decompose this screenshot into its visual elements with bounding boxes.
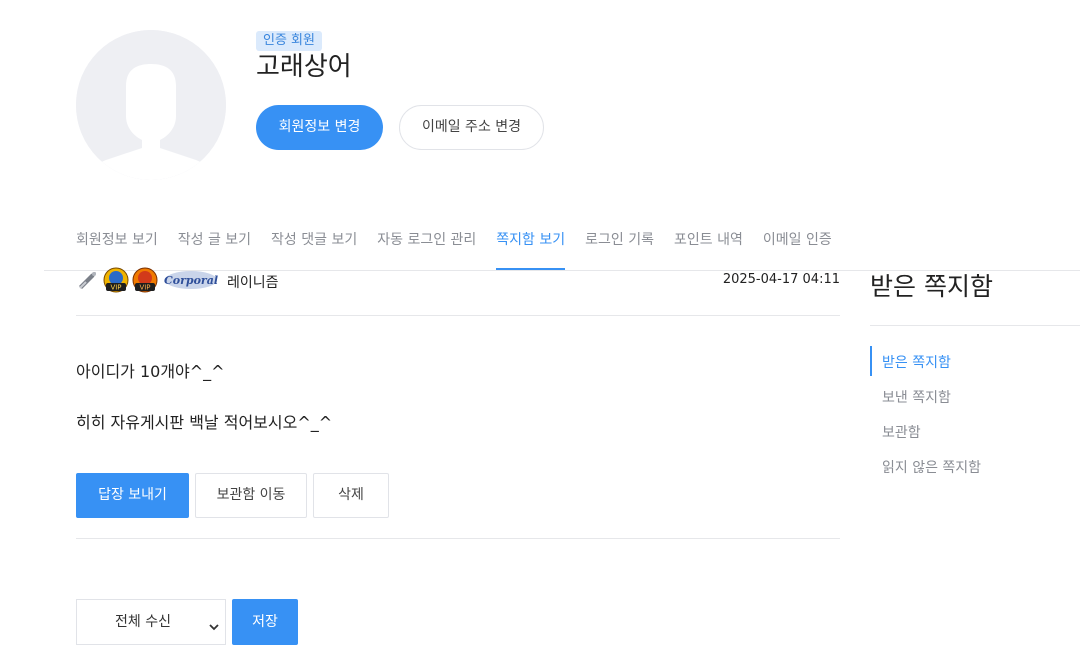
sidebar-active-indicator	[870, 346, 872, 376]
tab-points[interactable]: 포인트 내역	[674, 226, 743, 270]
tab-auto-login[interactable]: 자동 로그인 관리	[377, 226, 476, 270]
tab-email-verify[interactable]: 이메일 인증	[763, 226, 832, 270]
username: 고래상어	[256, 52, 352, 82]
sidebar-title: 받은 쪽지함	[870, 272, 993, 301]
tab-my-comments[interactable]: 작성 댓글 보기	[271, 226, 357, 270]
svg-text:VIP: VIP	[110, 284, 121, 292]
vip-icon: VIP	[103, 267, 129, 297]
tool-icon	[76, 268, 100, 296]
sidebar-item-archive[interactable]: 보관함	[882, 422, 921, 442]
delete-button[interactable]: 삭제	[313, 473, 389, 518]
avatar	[76, 30, 226, 180]
receive-option-select[interactable]: 전체 수신	[76, 599, 226, 645]
tab-messages[interactable]: 쪽지함 보기	[496, 226, 566, 270]
sidebar-item-sent[interactable]: 보낸 쪽지함	[882, 387, 951, 407]
sidebar-item-inbox[interactable]: 받은 쪽지함	[882, 352, 951, 372]
save-button[interactable]: 저장	[232, 599, 298, 645]
sidebar-item-unread[interactable]: 읽지 않은 쪽지함	[882, 457, 981, 477]
message-body-line: 히히 자유게시판 백날 적어보시오^_^	[76, 413, 333, 432]
verified-member-badge: 인증 회원	[256, 31, 322, 51]
sender-name[interactable]: 레이니즘	[227, 272, 279, 292]
divider	[76, 538, 840, 539]
svg-text:VIP: VIP	[139, 284, 150, 292]
vip-icon: VIP	[132, 267, 158, 297]
tab-my-posts[interactable]: 작성 글 보기	[178, 226, 251, 270]
tab-login-history[interactable]: 로그인 기록	[585, 226, 654, 270]
message-sender: VIP VIP Corporal 레이니즘	[76, 267, 279, 297]
default-user-icon	[76, 30, 226, 180]
message-date: 2025-04-17 04:11	[722, 272, 840, 287]
corporal-rank-icon: Corporal	[164, 270, 218, 294]
message-body-line: 아이디가 10개야^_^	[76, 362, 225, 381]
change-email-button[interactable]: 이메일 주소 변경	[399, 105, 544, 150]
chevron-down-icon	[208, 617, 220, 636]
divider	[76, 315, 840, 316]
move-to-archive-button[interactable]: 보관함 이동	[195, 473, 307, 518]
sidebar-divider	[870, 325, 1080, 326]
tab-member-info[interactable]: 회원정보 보기	[76, 226, 158, 270]
receive-option-value: 전체 수신	[115, 614, 171, 630]
reply-button[interactable]: 답장 보내기	[76, 473, 189, 518]
edit-member-info-button[interactable]: 회원정보 변경	[256, 105, 383, 150]
svg-text:Corporal: Corporal	[164, 274, 218, 287]
mypage-tabs: 회원정보 보기 작성 글 보기 작성 댓글 보기 자동 로그인 관리 쪽지함 보…	[76, 226, 832, 270]
